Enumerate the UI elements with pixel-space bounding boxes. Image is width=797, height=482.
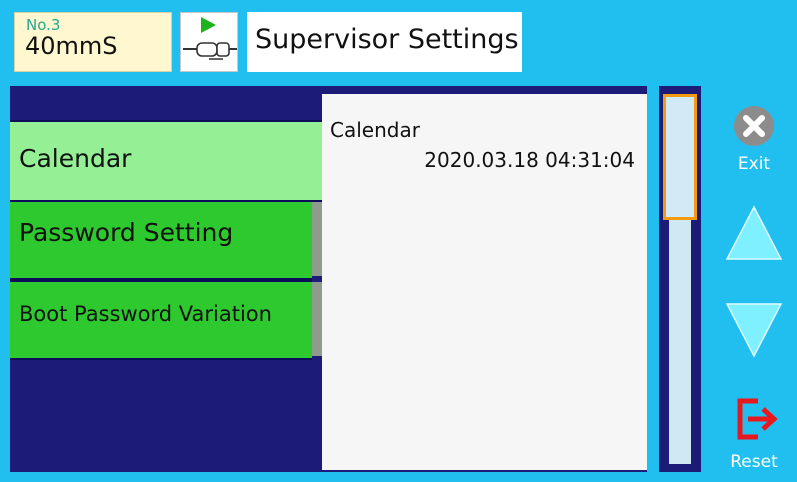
status-value: 40mmS [25, 32, 118, 60]
menu-item-label: Password Setting [19, 218, 234, 247]
reset-label: Reset [730, 452, 778, 472]
menu-item-shadow [312, 202, 322, 276]
reset-button[interactable]: Reset [724, 395, 784, 475]
status-indicator: No.3 40mmS [14, 12, 172, 72]
menu-item-boot-password-variation[interactable]: Boot Password Variation [10, 280, 312, 360]
triangle-up-icon [725, 205, 783, 260]
detail-panel: Calendar 2020.03.18 04:31:04 [322, 94, 647, 470]
exit-label: Exit [737, 154, 771, 174]
menu-item-label: Calendar [19, 144, 132, 173]
menu-item-shadow [312, 282, 322, 356]
exit-button[interactable]: Exit [724, 100, 784, 180]
logout-icon [737, 398, 778, 440]
detail-title: Calendar [330, 118, 420, 142]
scrollbar-thumb[interactable] [663, 94, 697, 220]
scroll-down-button[interactable] [724, 300, 784, 360]
menu-item-password-setting[interactable]: Password Setting [10, 200, 312, 280]
close-icon [734, 106, 774, 146]
scroll-up-button[interactable] [724, 205, 784, 265]
scrollbar[interactable] [659, 86, 701, 472]
page-title-box: Supervisor Settings [247, 12, 522, 72]
settings-panel: Calendar Password Setting Boot Password … [10, 86, 647, 472]
page-title: Supervisor Settings [255, 24, 519, 55]
menu-item-calendar[interactable]: Calendar [10, 120, 322, 202]
triangle-down-icon [725, 303, 783, 358]
calendar-datetime[interactable]: 2020.03.18 04:31:04 [424, 148, 635, 172]
play-cable-icon [180, 12, 238, 72]
menu-item-label: Boot Password Variation [19, 302, 272, 326]
